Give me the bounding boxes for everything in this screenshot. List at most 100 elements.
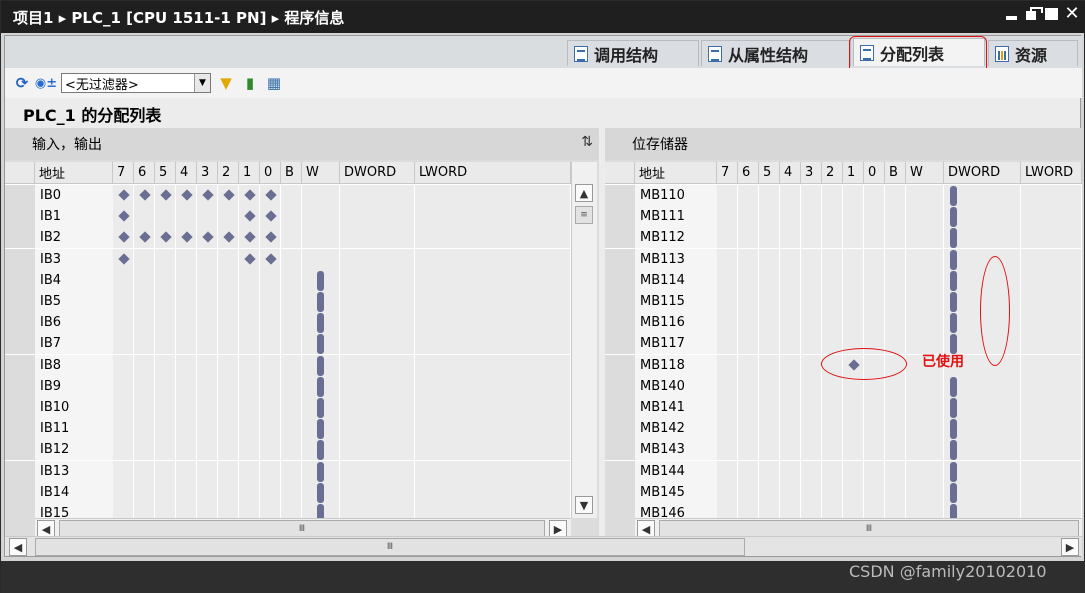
- table-row[interactable]: MB145: [605, 481, 1082, 503]
- refresh-icon[interactable]: ⟳: [13, 74, 31, 92]
- scroll-right-button[interactable]: ▶: [1061, 538, 1079, 556]
- minimize-icon[interactable]: [1004, 6, 1020, 22]
- column-header[interactable]: 2: [218, 162, 239, 184]
- column-header[interactable]: 5: [759, 162, 780, 184]
- table-row[interactable]: MB140: [605, 375, 1082, 397]
- column-header[interactable]: 3: [197, 162, 218, 184]
- scroll-left-button[interactable]: ◀: [9, 538, 27, 556]
- table-row[interactable]: IB0: [5, 185, 571, 206]
- table-row[interactable]: MB114: [605, 269, 1082, 291]
- io-vertical-scrollbar[interactable]: ▲ ≡ ▼: [571, 162, 597, 518]
- sort-list-icon[interactable]: ⇅: [581, 134, 593, 150]
- table-row[interactable]: IB3: [5, 248, 571, 270]
- grid-cell: [260, 418, 281, 440]
- table-row[interactable]: IB7: [5, 333, 571, 355]
- column-header[interactable]: 6: [134, 162, 155, 184]
- tab-call-structure[interactable]: 调用结构: [567, 40, 699, 66]
- chevron-down-icon[interactable]: ▼: [194, 74, 210, 92]
- grid-cell: [717, 375, 738, 397]
- column-header[interactable]: 7: [113, 162, 134, 184]
- legend-icon[interactable]: ▮: [241, 74, 259, 92]
- grid-cell: [759, 418, 780, 440]
- column-header[interactable]: 4: [780, 162, 801, 184]
- scroll-down-button[interactable]: ▼: [575, 496, 593, 514]
- scroll-up-button[interactable]: ▲: [575, 184, 593, 202]
- column-header[interactable]: 4: [176, 162, 197, 184]
- column-header[interactable]: 5: [155, 162, 176, 184]
- table-row[interactable]: IB14: [5, 481, 571, 503]
- table-row[interactable]: IB1: [5, 206, 571, 228]
- filter-icon[interactable]: ▼: [217, 74, 235, 92]
- scroll-thumb[interactable]: ≡: [575, 206, 593, 224]
- column-header[interactable]: W: [302, 162, 340, 184]
- grid-cell: [885, 312, 906, 334]
- io-horizontal-scrollbar[interactable]: ◀ Ⅲ ▶: [35, 518, 571, 538]
- view-options-icon[interactable]: ◉±: [35, 74, 57, 92]
- tab-dependency-structure[interactable]: 从属性结构: [701, 40, 851, 66]
- table-row[interactable]: IB9: [5, 375, 571, 397]
- column-header[interactable]: LWORD: [1021, 162, 1082, 184]
- grid-cell: [801, 248, 822, 270]
- column-header[interactable]: 1: [239, 162, 260, 184]
- tab-resources[interactable]: 资源: [988, 40, 1078, 66]
- memory-panel: 位存储器 地址 7 6 5 4 3 2 1 0 B W DWORD LWORD MB110 MB111 MB1…: [605, 128, 1082, 540]
- table-row[interactable]: MB110: [605, 185, 1082, 206]
- column-header[interactable]: 3: [801, 162, 822, 184]
- filter-select[interactable]: <无过滤器> ▼: [61, 73, 211, 93]
- close-icon[interactable]: ✕: [1064, 5, 1080, 23]
- table-row[interactable]: MB144: [605, 460, 1082, 482]
- table-row[interactable]: IB11: [5, 418, 571, 440]
- grid-cell: [759, 206, 780, 228]
- table-row[interactable]: IB6: [5, 312, 571, 334]
- column-header[interactable]: 地址: [35, 162, 113, 184]
- column-header[interactable]: B: [885, 162, 906, 184]
- table-row[interactable]: MB112: [605, 227, 1082, 249]
- column-header[interactable]: LWORD: [415, 162, 571, 184]
- table-row[interactable]: MB143: [605, 439, 1082, 461]
- table-row[interactable]: IB10: [5, 397, 571, 418]
- table-row[interactable]: IB8: [5, 354, 571, 376]
- table-row[interactable]: MB111: [605, 206, 1082, 228]
- table-row[interactable]: MB115: [605, 291, 1082, 312]
- column-header[interactable]: 0: [864, 162, 885, 184]
- table-row[interactable]: IB12: [5, 439, 571, 461]
- table-row[interactable]: MB116: [605, 312, 1082, 334]
- grid-cell: [738, 185, 759, 206]
- address-cell: IB14: [35, 481, 113, 503]
- column-header[interactable]: 2: [822, 162, 843, 184]
- table-row[interactable]: MB113: [605, 248, 1082, 270]
- table-row[interactable]: IB4: [5, 269, 571, 291]
- column-header[interactable]: DWORD: [340, 162, 415, 184]
- column-header[interactable]: 6: [738, 162, 759, 184]
- column-settings-icon[interactable]: ▦: [265, 74, 283, 92]
- grid-cell: [717, 333, 738, 355]
- grid-cell: [134, 269, 155, 291]
- column-header[interactable]: 7: [717, 162, 738, 184]
- table-row[interactable]: IB5: [5, 291, 571, 312]
- column-header[interactable]: 地址: [635, 162, 717, 184]
- grid-cell: [885, 418, 906, 440]
- grid-cell: [113, 503, 134, 518]
- table-row[interactable]: MB142: [605, 418, 1082, 440]
- table-row[interactable]: MB146: [605, 503, 1082, 518]
- scroll-thumb[interactable]: Ⅲ: [35, 538, 745, 556]
- page-horizontal-scrollbar[interactable]: ◀ Ⅲ ▶: [5, 536, 1082, 556]
- memory-horizontal-scrollbar[interactable]: ◀ Ⅲ: [635, 518, 1082, 538]
- column-header[interactable]: 0: [260, 162, 281, 184]
- table-row[interactable]: IB13: [5, 460, 571, 482]
- row-header: [605, 375, 635, 397]
- table-row[interactable]: MB141: [605, 397, 1082, 418]
- float-icon[interactable]: [1024, 6, 1043, 22]
- column-header[interactable]: 1: [843, 162, 864, 184]
- maximize-icon[interactable]: [1044, 6, 1060, 22]
- grid-cell: [780, 206, 801, 228]
- grid-cell: [340, 185, 415, 206]
- assigned-range-bar: [950, 398, 957, 418]
- column-header[interactable]: DWORD: [944, 162, 1021, 184]
- grid-cell: [759, 439, 780, 461]
- table-row[interactable]: IB15: [5, 503, 571, 518]
- column-header[interactable]: W: [906, 162, 944, 184]
- table-row[interactable]: IB2: [5, 227, 571, 249]
- row-header: [5, 227, 35, 249]
- column-header[interactable]: B: [281, 162, 302, 184]
